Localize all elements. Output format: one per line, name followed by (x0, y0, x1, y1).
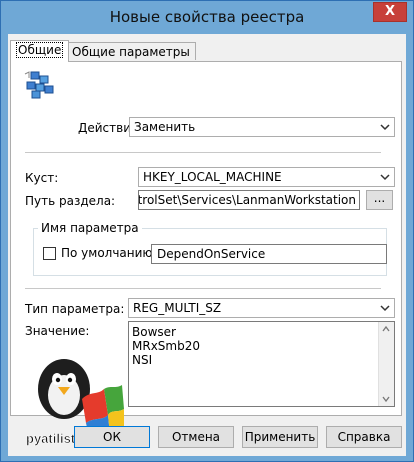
default-checkbox[interactable] (43, 247, 56, 260)
registry-icon (24, 71, 54, 99)
value-type-select-value: REG_MULTI_SZ (133, 301, 222, 315)
cancel-button[interactable]: Отмена (158, 426, 234, 448)
apply-button[interactable]: Применить (242, 426, 318, 448)
tab-general[interactable]: Общие (10, 40, 70, 62)
hive-select-value: HKEY_LOCAL_MACHINE (143, 170, 282, 184)
chevron-down-icon (380, 174, 390, 181)
window-title: Новые свойства реестра (109, 8, 305, 26)
tab-general-label: Общие (16, 42, 64, 58)
help-button[interactable]: Справка (326, 426, 402, 448)
close-button[interactable]: X (373, 2, 407, 22)
separator (25, 152, 381, 153)
default-checkbox-label[interactable]: По умолчанию (61, 246, 153, 260)
value-type-select[interactable]: REG_MULTI_SZ (128, 298, 395, 318)
value-data-line: NSI (132, 353, 153, 367)
value-name-value: DependOnService (157, 247, 266, 261)
value-name-group-title: Имя параметра (38, 221, 142, 235)
browse-key-button[interactable]: ... (366, 190, 393, 210)
action-select[interactable]: Заменить (129, 117, 395, 137)
value-name-group: Имя параметра По умолчанию DependOnServi… (33, 221, 387, 276)
tab-common-options[interactable]: Общие параметры (66, 42, 196, 60)
value-data-label: Значение: (25, 324, 90, 338)
value-data-textarea[interactable]: Bowser MRxSmb20 NSI (128, 321, 395, 407)
chevron-up-icon[interactable] (381, 324, 391, 334)
key-path-value: entControlSet\Services\LanmanWorkstation (138, 193, 356, 207)
separator (25, 288, 381, 289)
action-select-value: Заменить (134, 120, 196, 134)
ok-button[interactable]: ОК (74, 426, 150, 448)
hive-label: Куст: (25, 171, 59, 185)
hive-select[interactable]: HKEY_LOCAL_MACHINE (138, 167, 395, 187)
value-data-line: Bowser (132, 325, 176, 339)
value-type-label: Тип параметра: (25, 302, 125, 316)
value-data-scrollbar[interactable] (378, 322, 394, 406)
value-data-line: MRxSmb20 (132, 339, 200, 353)
dialog-client-area: Общие Общие параметры Действие: Заменить… (8, 34, 406, 456)
chevron-down-icon[interactable] (381, 394, 391, 404)
chevron-down-icon (380, 305, 390, 312)
key-path-label: Путь раздела: (25, 194, 116, 208)
chevron-down-icon (380, 124, 390, 131)
registry-properties-window: Новые свойства реестра X Общие Общие пар… (0, 0, 414, 462)
value-name-input[interactable]: DependOnService (151, 244, 387, 264)
title-bar[interactable]: Новые свойства реестра X (1, 1, 413, 35)
key-path-input[interactable]: entControlSet\Services\LanmanWorkstation (138, 190, 360, 210)
tab-panel-general: Действие: Заменить Куст: HKEY_LOCAL_MACH… (10, 61, 402, 446)
